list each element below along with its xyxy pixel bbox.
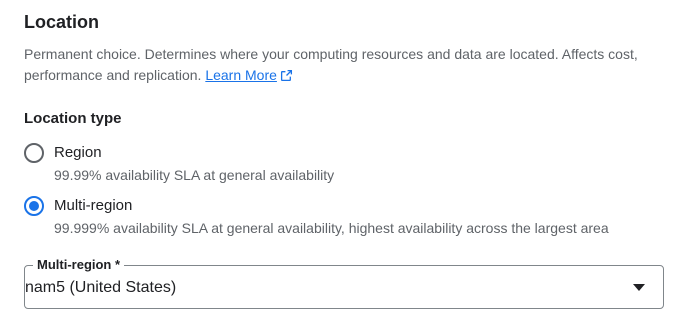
multi-region-radio-hint: 99.999% availability SLA at general avai… bbox=[54, 220, 609, 236]
learn-more-link[interactable]: Learn More bbox=[205, 67, 293, 83]
dropdown-arrow-icon[interactable] bbox=[633, 284, 645, 291]
region-radio-hint: 99.99% availability SLA at general avail… bbox=[54, 167, 335, 183]
external-link-icon bbox=[280, 69, 292, 82]
region-radio-label[interactable]: Region bbox=[54, 143, 102, 163]
region-radio-button[interactable] bbox=[24, 143, 44, 163]
location-description: Permanent choice. Determines where your … bbox=[24, 44, 664, 86]
description-text: Permanent choice. Determines where your … bbox=[24, 46, 638, 83]
multi-region-select-value[interactable]: nam5 (United States) bbox=[25, 278, 176, 298]
learn-more-label: Learn More bbox=[205, 67, 277, 83]
multi-region-radio-label[interactable]: Multi-region bbox=[54, 196, 132, 216]
section-title: Location bbox=[24, 12, 99, 32]
multi-region-select-label: Multi-region * bbox=[33, 256, 125, 274]
location-type-title: Location type bbox=[24, 110, 122, 127]
multi-region-radio-button[interactable] bbox=[24, 196, 44, 216]
multi-region-select[interactable]: Multi-region * nam5 (United States) bbox=[24, 256, 664, 309]
